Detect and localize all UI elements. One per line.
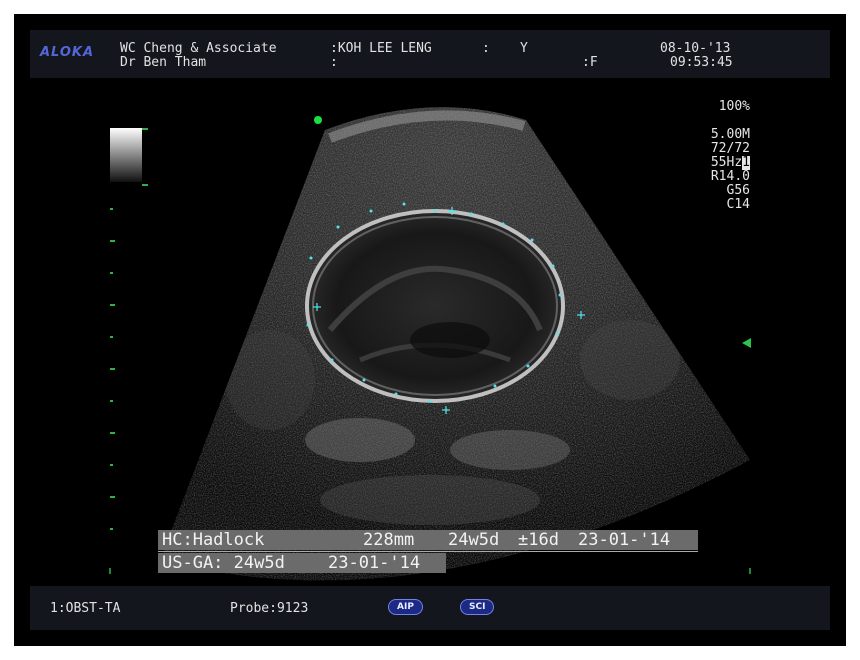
hc-value: 228mm xyxy=(363,530,415,550)
frame-rate-value: 55Hz xyxy=(710,155,743,170)
usga-row: US-GA: 24w5d 23-01-'14 xyxy=(158,553,446,573)
depth-tick xyxy=(110,304,115,306)
hc-edd: 23-01-'14 xyxy=(578,530,671,550)
frame-count: 72/72 xyxy=(710,141,750,156)
hc-ga: 24w5d xyxy=(448,530,500,550)
patient-name: :KOH LEE LENG xyxy=(330,41,432,56)
measurement-divider xyxy=(158,551,698,552)
hc-method: HC:Hadlock xyxy=(162,530,265,550)
depth-tick xyxy=(110,336,113,338)
depth-tick xyxy=(110,464,113,466)
header-bar: ALOKA WC Cheng & Associate :KOH LEE LENG… xyxy=(30,30,830,78)
grayscale-bar xyxy=(110,128,142,182)
probe-label: Probe:9123 xyxy=(230,601,309,616)
depth-tick xyxy=(110,240,115,242)
orientation-marker xyxy=(314,116,322,124)
usga-value: US-GA: 24w5d xyxy=(162,553,285,573)
depth-tick xyxy=(110,400,113,402)
frame-rate-box: 1 xyxy=(742,155,750,170)
usga-edd: 23-01-'14 xyxy=(328,553,421,573)
scan-parameters: 100% 5.00M 72/72 55Hz1 R14.0 G56 C14 xyxy=(711,100,750,212)
patient-sex: :F xyxy=(582,55,598,70)
aloka-logo: ALOKA xyxy=(40,45,95,60)
patient-age: Y xyxy=(520,41,528,56)
header-separator: : xyxy=(330,55,338,70)
depth-tick xyxy=(110,528,113,530)
photo-frame: ALOKA WC Cheng & Associate :KOH LEE LENG… xyxy=(0,0,860,660)
depth-tick xyxy=(110,432,115,434)
depth-tick xyxy=(110,368,115,370)
header-separator: : xyxy=(482,41,490,56)
depth-tick xyxy=(110,208,113,210)
hc-measurement-row: HC:Hadlock 228mm 24w5d ±16d 23-01-'14 xyxy=(158,530,698,550)
doctor-name: Dr Ben Tham xyxy=(120,55,207,70)
zoom-level: 100% xyxy=(718,99,750,114)
clinic-name: WC Cheng & Associate xyxy=(120,41,277,56)
hc-sd: ±16d xyxy=(518,530,559,550)
depth-tick xyxy=(110,272,113,274)
sci-button[interactable]: SCI xyxy=(460,599,495,615)
footer-bar: 1:OBST-TA Probe:9123 AIP SCI xyxy=(30,586,830,630)
exam-time: 09:53:45 xyxy=(670,55,733,70)
range-value: R14.0 xyxy=(710,169,750,184)
gain-value: G56 xyxy=(726,183,750,198)
grayscale-tick xyxy=(142,128,148,130)
contrast-value: C14 xyxy=(726,197,750,212)
exam-mode: 1:OBST-TA xyxy=(50,601,121,616)
frequency-value: 5.00M xyxy=(710,127,750,142)
depth-tick xyxy=(110,496,115,498)
focus-marker-icon xyxy=(742,338,751,348)
exam-date: 08-10-'13 xyxy=(660,41,731,56)
frame-rate: 55Hz1 xyxy=(711,156,750,170)
ultrasound-panel: ALOKA WC Cheng & Associate :KOH LEE LENG… xyxy=(30,30,830,630)
aip-button[interactable]: AIP xyxy=(388,599,423,615)
grayscale-tick xyxy=(142,184,148,186)
monitor-screen: ALOKA WC Cheng & Associate :KOH LEE LENG… xyxy=(14,14,846,646)
